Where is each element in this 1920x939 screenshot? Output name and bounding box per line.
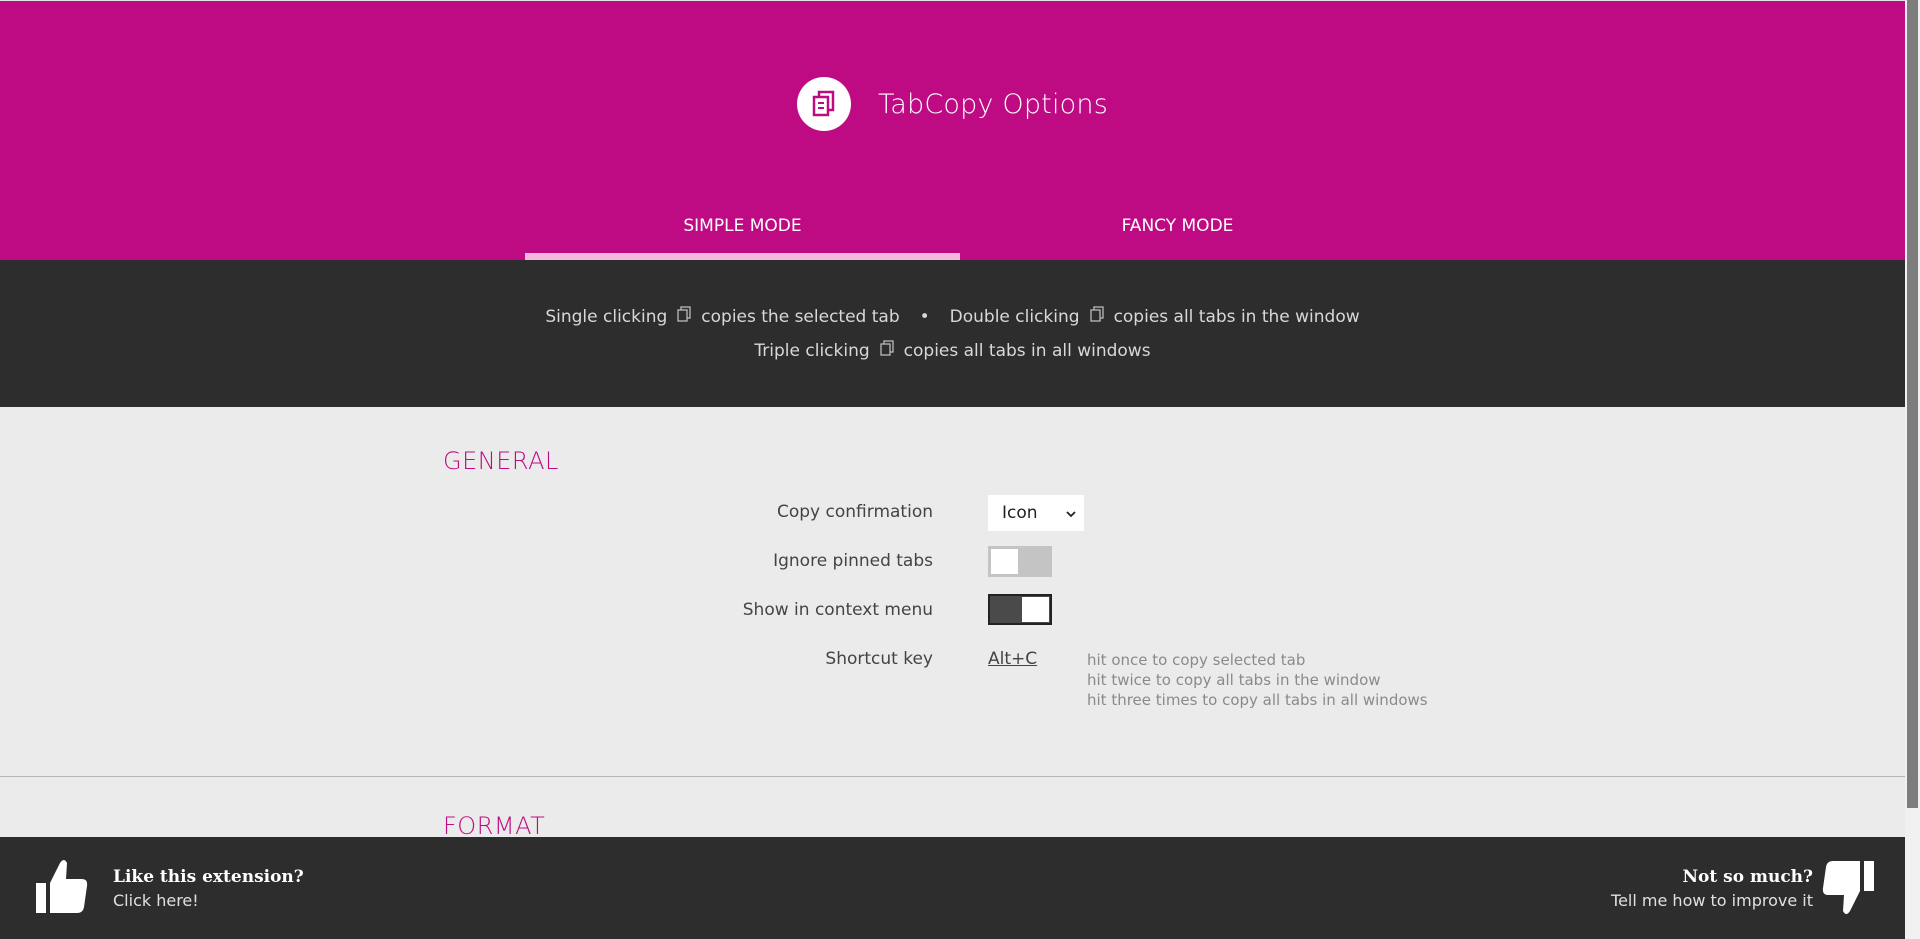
thumbs-down-icon[interactable] [1822, 859, 1874, 919]
like-subtitle: Click here! [113, 891, 199, 910]
title-row: TabCopy Options [0, 77, 1905, 131]
chevron-down-icon [1066, 503, 1076, 523]
thumbs-up-icon[interactable] [36, 859, 88, 919]
copy-icon [677, 306, 691, 327]
copy-confirmation-label: Copy confirmation [777, 502, 933, 522]
double-click-prefix: Double clicking [949, 306, 1080, 327]
dislike-subtitle: Tell me how to improve it [1611, 891, 1813, 910]
toggle-knob [1022, 597, 1049, 622]
toggle-knob [991, 549, 1018, 574]
copy-confirmation-select[interactable]: Icon [988, 495, 1084, 531]
page-scrollbar[interactable] [1905, 0, 1920, 939]
shortcut-hint-once: hit once to copy selected tab [1087, 651, 1306, 669]
single-click-suffix: copies the selected tab [701, 306, 900, 327]
usage-info-band: Single clicking copies the selected tab … [0, 260, 1905, 407]
tab-simple-mode[interactable]: SIMPLE MODE [525, 206, 960, 261]
usage-line-1: Single clicking copies the selected tab … [0, 306, 1905, 327]
mode-tabs: SIMPLE MODE FANCY MODE [525, 206, 1395, 261]
dislike-feedback-link[interactable]: Not so much? Tell me how to improve it [1611, 867, 1813, 910]
usage-line-2: Triple clicking copies all tabs in all w… [0, 340, 1905, 361]
dislike-title: Not so much? [1682, 867, 1814, 887]
shortcut-key-label: Shortcut key [825, 649, 933, 669]
like-title: Like this extension? [113, 867, 304, 887]
shortcut-hint-three: hit three times to copy all tabs in all … [1087, 691, 1428, 709]
separator-dot: • [919, 306, 930, 327]
double-click-suffix: copies all tabs in the window [1113, 306, 1360, 327]
feedback-footer: Like this extension? Click here! Not so … [0, 837, 1905, 939]
header: TabCopy Options SIMPLE MODE FANCY MODE [0, 0, 1905, 261]
scrollbar-thumb[interactable] [1907, 0, 1918, 808]
ignore-pinned-tabs-label: Ignore pinned tabs [773, 551, 933, 571]
copy-confirmation-value: Icon [1002, 503, 1038, 523]
section-divider [0, 776, 1905, 777]
general-section-title: GENERAL [443, 447, 559, 475]
shortcut-key-link[interactable]: Alt+C [988, 649, 1037, 669]
single-click-prefix: Single clicking [545, 306, 668, 327]
format-section-title: FORMAT [443, 812, 546, 840]
shortcut-hint-twice: hit twice to copy all tabs in the window [1087, 671, 1381, 689]
ignore-pinned-tabs-toggle[interactable] [988, 546, 1052, 577]
show-context-menu-label: Show in context menu [742, 600, 933, 620]
triple-click-suffix: copies all tabs in all windows [903, 340, 1151, 361]
tabcopy-logo-icon [797, 77, 852, 131]
copy-icon [880, 340, 894, 361]
like-extension-link[interactable]: Like this extension? Click here! [113, 867, 304, 910]
copy-icon [1089, 306, 1104, 327]
page-title: TabCopy Options [878, 88, 1108, 120]
triple-click-prefix: Triple clicking [754, 340, 870, 361]
tab-fancy-mode[interactable]: FANCY MODE [960, 206, 1395, 261]
show-context-menu-toggle[interactable] [988, 594, 1052, 625]
